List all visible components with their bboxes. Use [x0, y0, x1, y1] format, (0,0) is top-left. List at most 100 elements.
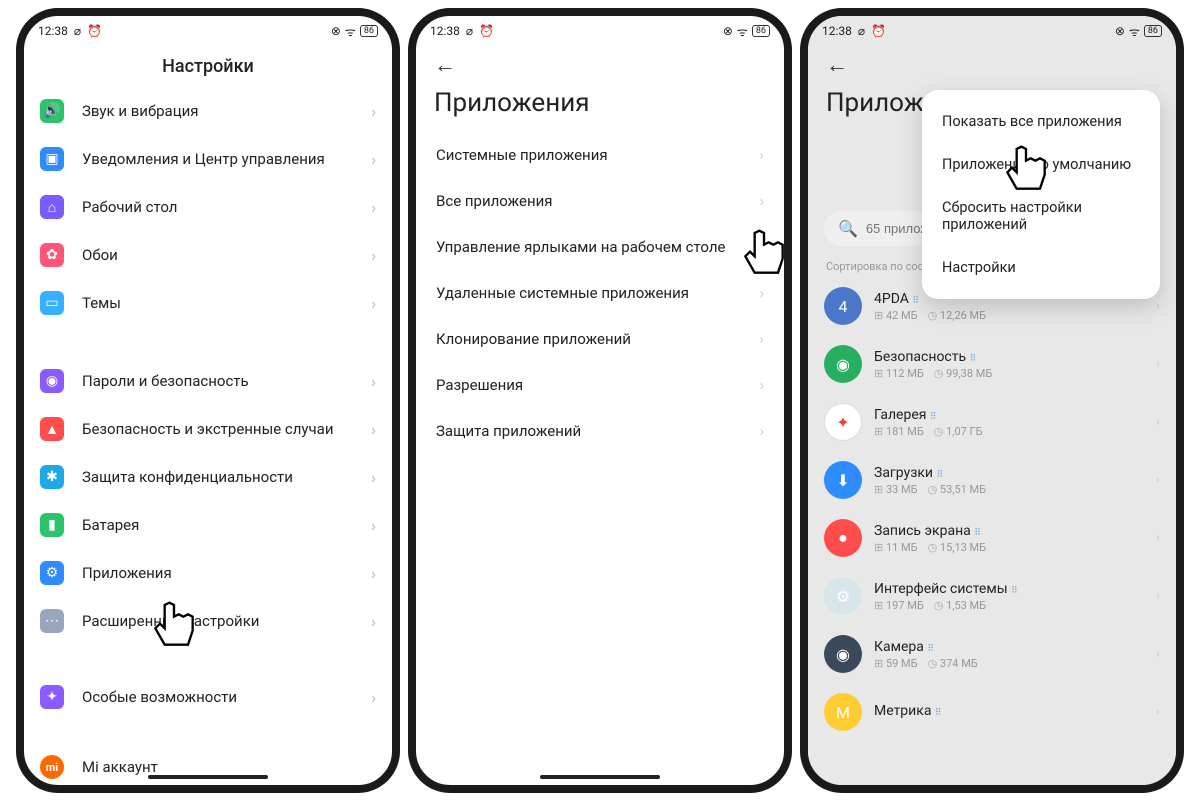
apps-row-permissions[interactable]: Разрешения › [416, 362, 784, 408]
app-row[interactable]: ◉ Камера ⠿ ⊞ 59 МБ ◷ 374 МБ › [808, 625, 1176, 683]
apps-row-uninstalled[interactable]: Удаленные системные приложения › [416, 270, 784, 316]
wifi-icon: ᯤ [1129, 23, 1140, 40]
back-button[interactable]: ← [808, 42, 1176, 78]
chevron-right-icon: › [371, 688, 376, 707]
privacy-icon: ✱ [40, 465, 64, 489]
chevron-right-icon: › [759, 192, 764, 210]
battery-icon: 86 [360, 25, 378, 37]
app-icon: ◉ [824, 345, 862, 383]
statusbar: 12:38 ⌀ ⏰ ⊗ ᯤ 86 [416, 16, 784, 42]
app-icon: ◉ [824, 635, 862, 673]
app-icon: ✦ [824, 403, 862, 441]
app-name: Интерфейс системы ⠿ [874, 581, 1144, 597]
chevron-right-icon: › [371, 246, 376, 265]
menu-reset-prefs[interactable]: Сбросить настройки приложений [922, 186, 1160, 246]
app-name: Запись экрана ⠿ [874, 523, 1144, 539]
statusbar: 12:38 ⌀ ⏰ ⊗ ᯤ 86 [808, 16, 1176, 42]
app-row[interactable]: ✦ Галерея ⠿ ⊞ 181 МБ ◷ 1,07 ГБ › [808, 393, 1176, 451]
chevron-right-icon: › [1156, 414, 1160, 430]
chevron-right-icon: › [759, 376, 764, 394]
chevron-right-icon: › [371, 612, 376, 631]
apps-row-system[interactable]: Системные приложения › [416, 132, 784, 178]
chevron-right-icon: › [1156, 472, 1160, 488]
back-button[interactable]: ← [416, 42, 784, 78]
battery-icon: 86 [1144, 25, 1162, 37]
app-name: Безопасность ⠿ [874, 349, 1144, 365]
rotation-icon: ⊗ [331, 24, 341, 38]
apps-row-clone[interactable]: Клонирование приложений › [416, 316, 784, 362]
home-indicator[interactable] [540, 775, 660, 779]
apps-icon: ⚙ [40, 561, 64, 585]
chevron-right-icon: › [371, 102, 376, 121]
app-icon: ⚙ [824, 577, 862, 615]
status-time: 12:38 [38, 24, 68, 38]
chevron-right-icon: › [371, 372, 376, 391]
settings-row-sound[interactable]: 🔊 Звук и вибрация › [24, 87, 392, 135]
app-meta: ⊞ 33 МБ ◷ 53,51 МБ [874, 483, 1144, 496]
search-icon: 🔍 [838, 219, 858, 238]
sound-icon: 🔊 [40, 99, 64, 123]
app-icon: ⬇ [824, 461, 862, 499]
apps-row-shortcuts[interactable]: Управление ярлыками на рабочем столе [416, 224, 784, 270]
app-meta: ⊞ 181 МБ ◷ 1,07 ГБ [874, 425, 1144, 438]
page-title: Настройки [24, 42, 392, 87]
settings-row-security[interactable]: ▲ Безопасность и экстренные случаи › [24, 405, 392, 453]
mi-icon: mi [40, 755, 64, 779]
menu-settings[interactable]: Настройки [922, 246, 1160, 289]
settings-row-home[interactable]: ⌂ Рабочий стол › [24, 183, 392, 231]
wifi-icon: ᯤ [345, 23, 356, 40]
app-row[interactable]: ⚙ Интерфейс системы ⠿ ⊞ 197 МБ ◷ 1,53 МБ… [808, 567, 1176, 625]
dnd-icon: ⌀ [858, 24, 865, 38]
settings-row-notifications[interactable]: ▣ Уведомления и Центр управления › [24, 135, 392, 183]
settings-row-themes[interactable]: ▭ Темы › [24, 279, 392, 327]
app-name: Загрузки ⠿ [874, 465, 1144, 481]
chevron-right-icon: › [1156, 646, 1160, 662]
app-row[interactable]: M Метрика ⠿ › [808, 683, 1176, 741]
chevron-right-icon: › [371, 294, 376, 313]
phone-settings: 12:38 ⌀ ⏰ ⊗ ᯤ 86 Настройки 🔊 Звук и вибр… [16, 8, 400, 793]
app-row[interactable]: ◉ Безопасность ⠿ ⊞ 112 МБ ◷ 99,38 МБ › [808, 335, 1176, 393]
emergency-icon: ▲ [40, 417, 64, 441]
settings-row-wallpaper[interactable]: ✿ Обои › [24, 231, 392, 279]
home-icon: ⌂ [40, 195, 64, 219]
menu-default-apps[interactable]: Приложения по умолчанию [922, 143, 1160, 186]
settings-row-accessibility[interactable]: ✦ Особые возможности › [24, 673, 392, 721]
page-title: Приложения [416, 78, 784, 132]
rotation-icon: ⊗ [1115, 24, 1125, 38]
phone-apps-list: 12:38 ⌀ ⏰ ⊗ ᯤ 86 ← Приложения 🗑 Удаление… [800, 8, 1184, 793]
wifi-icon: ᯤ [737, 23, 748, 40]
apps-row-protection[interactable]: Защита приложений › [416, 408, 784, 454]
rotation-icon: ⊗ [723, 24, 733, 38]
statusbar: 12:38 ⌀ ⏰ ⊗ ᯤ 86 [24, 16, 392, 42]
settings-row-apps[interactable]: ⚙ Приложения › [24, 549, 392, 597]
app-meta: ⊞ 11 МБ ◷ 15,13 МБ [874, 541, 1144, 554]
alarm-icon: ⏰ [871, 24, 886, 38]
settings-row-privacy[interactable]: ✱ Защита конфиденциальности › [24, 453, 392, 501]
app-meta: ⊞ 59 МБ ◷ 374 МБ [874, 657, 1144, 670]
chevron-right-icon: › [1156, 588, 1160, 604]
chevron-right-icon: › [371, 468, 376, 487]
themes-icon: ▭ [40, 291, 64, 315]
battery-icon: 86 [752, 25, 770, 37]
apps-row-all[interactable]: Все приложения › [416, 178, 784, 224]
settings-row-battery[interactable]: ▮ Батарея › [24, 501, 392, 549]
home-indicator[interactable] [148, 775, 268, 779]
app-row[interactable]: ● Запись экрана ⠿ ⊞ 11 МБ ◷ 15,13 МБ › [808, 509, 1176, 567]
chevron-right-icon: › [1156, 356, 1160, 372]
settings-row-passwords[interactable]: ◉ Пароли и безопасность › [24, 357, 392, 405]
chevron-right-icon: › [759, 146, 764, 164]
accessibility-icon: ✦ [40, 685, 64, 709]
chevron-right-icon: › [759, 422, 764, 440]
settings-row-advanced[interactable]: ⋯ Расширенные настройки › [24, 597, 392, 645]
more-icon: ⋯ [40, 609, 64, 633]
app-icon: M [824, 693, 862, 731]
app-row[interactable]: ⬇ Загрузки ⠿ ⊞ 33 МБ ◷ 53,51 МБ › [808, 451, 1176, 509]
chevron-right-icon: › [759, 284, 764, 302]
app-name: Метрика ⠿ [874, 703, 1144, 719]
app-icon: 4 [824, 287, 862, 325]
app-meta: ⊞ 42 МБ ◷ 12,26 МБ [874, 309, 1144, 322]
battery-icon: ▮ [40, 513, 64, 537]
chevron-right-icon: › [1156, 530, 1160, 546]
chevron-right-icon: › [371, 564, 376, 583]
menu-show-all[interactable]: Показать все приложения [922, 100, 1160, 143]
